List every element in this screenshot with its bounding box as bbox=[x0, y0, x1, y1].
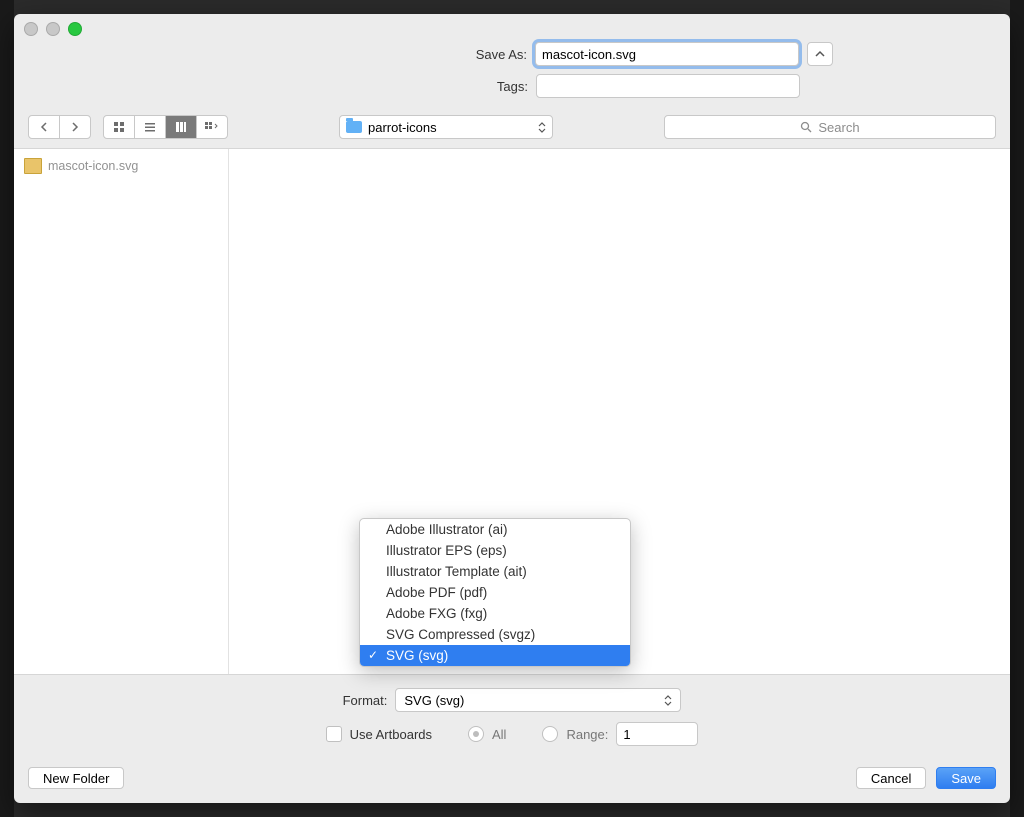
range-radio[interactable] bbox=[542, 726, 558, 742]
format-option[interactable]: Adobe FXG (fxg) bbox=[360, 603, 630, 624]
chevron-left-icon bbox=[39, 122, 49, 132]
use-artboards-label: Use Artboards bbox=[350, 727, 432, 742]
location-name: parrot-icons bbox=[368, 120, 437, 135]
list-icon bbox=[144, 121, 156, 133]
use-artboards-checkbox[interactable] bbox=[326, 726, 342, 742]
collapse-toggle-button[interactable] bbox=[807, 42, 833, 66]
minimize-window-button[interactable] bbox=[46, 22, 60, 36]
view-mode-segment bbox=[103, 115, 228, 139]
range-label: Range: bbox=[566, 727, 608, 742]
gallery-view-button[interactable] bbox=[197, 116, 227, 138]
columns-icon bbox=[175, 121, 187, 133]
file-column: mascot-icon.svg bbox=[14, 149, 229, 674]
format-option[interactable]: Adobe Illustrator (ai) bbox=[360, 519, 630, 540]
save-as-input[interactable] bbox=[535, 42, 799, 66]
chevron-right-icon bbox=[70, 122, 80, 132]
format-popup[interactable]: SVG (svg) bbox=[395, 688, 681, 712]
new-folder-button[interactable]: New Folder bbox=[28, 767, 124, 789]
format-option[interactable]: Adobe PDF (pdf) bbox=[360, 582, 630, 603]
grid-icon bbox=[113, 121, 125, 133]
search-field[interactable]: Search bbox=[664, 115, 996, 139]
folder-icon bbox=[346, 121, 362, 133]
location-popup[interactable]: parrot-icons bbox=[339, 115, 553, 139]
column-view-button[interactable] bbox=[166, 116, 197, 138]
chevron-up-icon bbox=[815, 49, 825, 59]
range-input[interactable] bbox=[616, 722, 698, 746]
format-current-value: SVG (svg) bbox=[404, 693, 464, 708]
tags-input[interactable] bbox=[536, 74, 800, 98]
gallery-icon bbox=[204, 121, 220, 133]
forward-button[interactable] bbox=[60, 116, 90, 138]
window-controls bbox=[24, 22, 82, 36]
save-dialog: Save As: Tags: bbox=[14, 14, 1010, 803]
save-button[interactable]: Save bbox=[936, 767, 996, 789]
file-thumbnail-icon bbox=[24, 158, 42, 174]
search-icon bbox=[800, 121, 812, 133]
format-label: Format: bbox=[343, 693, 388, 708]
all-radio[interactable] bbox=[468, 726, 484, 742]
up-down-icon bbox=[538, 122, 546, 133]
save-as-label: Save As: bbox=[191, 47, 527, 62]
file-item[interactable]: mascot-icon.svg bbox=[14, 155, 228, 177]
list-view-button[interactable] bbox=[135, 116, 166, 138]
back-button[interactable] bbox=[29, 116, 60, 138]
file-name: mascot-icon.svg bbox=[48, 159, 138, 173]
close-window-button[interactable] bbox=[24, 22, 38, 36]
up-down-icon bbox=[664, 695, 672, 706]
nav-back-forward bbox=[28, 115, 91, 139]
search-placeholder: Search bbox=[818, 120, 859, 135]
format-option[interactable]: SVG (svg) bbox=[360, 645, 630, 666]
format-option[interactable]: Illustrator EPS (eps) bbox=[360, 540, 630, 561]
cancel-button[interactable]: Cancel bbox=[856, 767, 926, 789]
format-dropdown-menu: Adobe Illustrator (ai)Illustrator EPS (e… bbox=[359, 518, 631, 667]
icon-view-button[interactable] bbox=[104, 116, 135, 138]
zoom-window-button[interactable] bbox=[68, 22, 82, 36]
format-option[interactable]: Illustrator Template (ait) bbox=[360, 561, 630, 582]
all-label: All bbox=[492, 727, 506, 742]
tags-label: Tags: bbox=[192, 79, 528, 94]
format-option[interactable]: SVG Compressed (svgz) bbox=[360, 624, 630, 645]
